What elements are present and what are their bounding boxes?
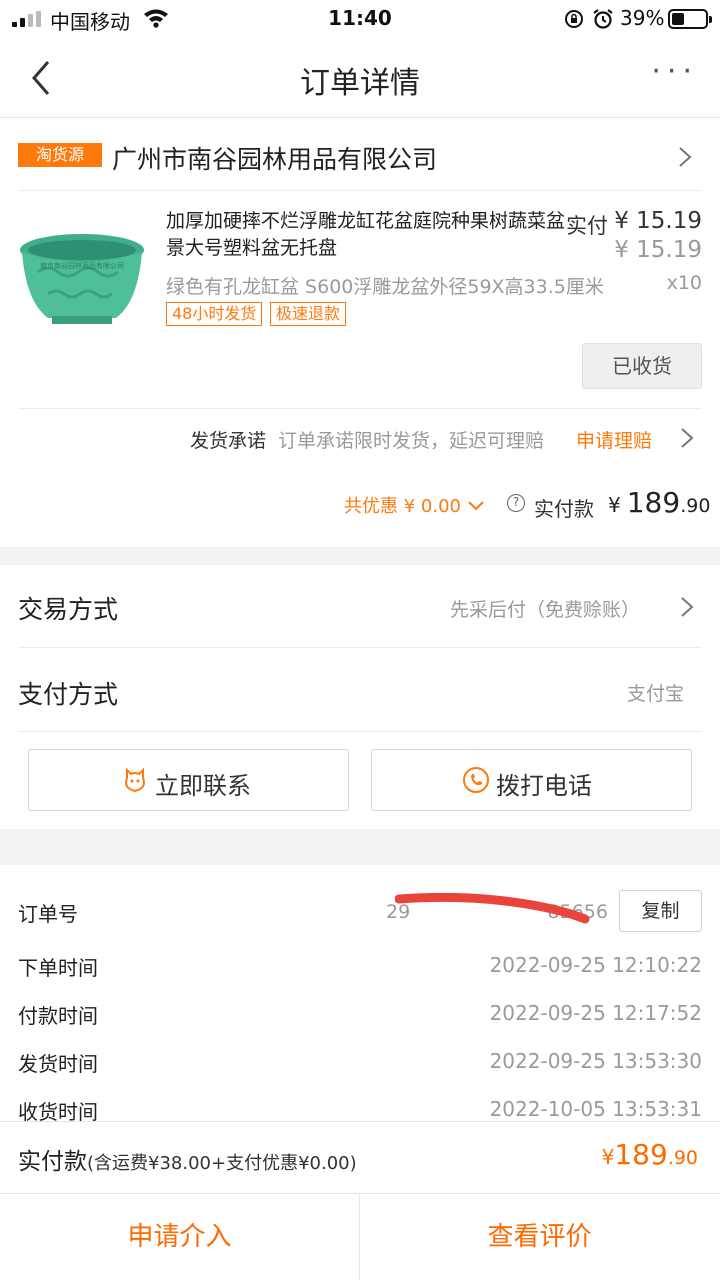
watermark-text: 南市南谷园林用品有限公司 bbox=[40, 261, 124, 270]
contact-button[interactable]: 立即联系 bbox=[28, 749, 349, 811]
original-price: ¥ 15.19 bbox=[614, 237, 702, 263]
summary-title: 实付款 bbox=[18, 1149, 87, 1175]
phone-icon bbox=[463, 767, 489, 793]
receive-time-value: 2022-10-05 13:53:31 bbox=[489, 1097, 702, 1121]
status-bar: 中国移动 11:40 39% bbox=[0, 0, 720, 38]
trade-method-value[interactable]: 先采后付（免费赊账） bbox=[450, 595, 640, 622]
ship-time-label: 发货时间 bbox=[18, 1052, 98, 1076]
pay-time-label: 付款时间 bbox=[18, 1004, 98, 1028]
order-number-label: 订单号 bbox=[18, 902, 78, 926]
request-intervention-button[interactable]: 申请介入 bbox=[0, 1194, 359, 1280]
nav-bar: 订单详情 ··· bbox=[0, 38, 720, 118]
paid-total-label: 实付款 bbox=[534, 497, 594, 521]
rotation-lock-icon bbox=[565, 10, 583, 28]
trade-method-label: 交易方式 bbox=[18, 595, 119, 624]
claim-compensation-link[interactable]: 申请理赔 bbox=[576, 426, 652, 453]
order-time-label: 下单时间 bbox=[18, 956, 98, 980]
payment-method-value: 支付宝 bbox=[626, 683, 684, 705]
redaction-scribble bbox=[395, 893, 590, 924]
paid-label: 实付 bbox=[566, 214, 608, 238]
shipping-promise-text: 订单承诺限时发货，延迟可理赔 bbox=[278, 430, 545, 452]
order-info-card bbox=[0, 865, 720, 1121]
order-time-value: 2022-09-25 12:10:22 bbox=[489, 953, 702, 977]
call-label: 拨打电话 bbox=[496, 772, 592, 800]
shop-source-tag: 淘货源 bbox=[18, 143, 102, 167]
amount-integer: 189 bbox=[626, 486, 681, 519]
currency-symbol: ¥ bbox=[601, 1145, 615, 1169]
paid-price: ¥ 15.19 bbox=[614, 208, 702, 234]
amount-decimal: .90 bbox=[680, 495, 711, 517]
pay-time-value: 2022-09-25 12:17:52 bbox=[489, 1001, 702, 1025]
summary-label: 实付款(含运费¥38.00+支付优惠¥0.00) bbox=[18, 1142, 357, 1176]
battery-fill bbox=[672, 13, 684, 25]
call-button[interactable]: 拨打电话 bbox=[371, 749, 692, 811]
divider bbox=[18, 647, 702, 648]
amount-integer: 189 bbox=[614, 1138, 668, 1171]
product-image[interactable]: 南市南谷园林用品有限公司 bbox=[18, 222, 146, 334]
page-title: 订单详情 bbox=[300, 66, 420, 101]
view-review-button[interactable]: 查看评价 bbox=[360, 1194, 719, 1280]
shipping-promise-label: 发货承诺 bbox=[190, 430, 267, 452]
chat-icon bbox=[125, 767, 145, 793]
battery-icon bbox=[668, 9, 712, 29]
amount-decimal: .90 bbox=[667, 1147, 698, 1169]
currency-symbol: ¥ bbox=[608, 493, 621, 517]
shop-name[interactable]: 广州市南谷园林用品有限公司 bbox=[112, 140, 437, 176]
more-menu-icon[interactable]: ··· bbox=[651, 54, 698, 89]
badge-48h-shipping: 48小时发货 bbox=[166, 302, 263, 326]
product-quantity: x10 bbox=[666, 272, 702, 294]
divider bbox=[18, 731, 702, 732]
chevron-right-icon[interactable] bbox=[680, 427, 694, 449]
chevron-right-icon[interactable] bbox=[678, 146, 692, 168]
divider bbox=[18, 190, 702, 191]
divider bbox=[18, 408, 702, 409]
received-status-button[interactable]: 已收货 bbox=[582, 343, 702, 389]
chevron-right-icon[interactable] bbox=[680, 596, 694, 618]
summary-amount: ¥189.90 bbox=[602, 1138, 698, 1171]
bottom-action-bar: 申请介入 查看评价 bbox=[0, 1193, 720, 1280]
discount-text: 共优惠 ¥ 0.00 bbox=[344, 496, 461, 517]
help-icon[interactable]: ? bbox=[507, 494, 525, 512]
paid-total-amount: ¥189.90 bbox=[608, 486, 710, 519]
product-title[interactable]: 加厚加硬摔不烂浮雕龙缸花盆庭院种果树蔬菜盆景大号塑料盆无托盘 bbox=[166, 208, 570, 262]
payment-method-label: 支付方式 bbox=[18, 680, 119, 709]
ship-time-value: 2022-09-25 13:53:30 bbox=[489, 1049, 702, 1073]
badge-fast-refund: 极速退款 bbox=[270, 302, 347, 326]
alarm-icon bbox=[593, 9, 613, 29]
copy-button[interactable]: 复制 bbox=[619, 890, 702, 932]
discount-total[interactable]: 共优惠 ¥ 0.00 bbox=[344, 492, 485, 518]
product-spec: 绿色有孔龙缸盆 S600浮雕龙盆外径59X高33.5厘米 bbox=[166, 276, 604, 298]
payment-summary: 实付款(含运费¥38.00+支付优惠¥0.00) ¥189.90 bbox=[0, 1121, 720, 1193]
battery-percent: 39% bbox=[620, 6, 665, 30]
summary-breakdown: (含运费¥38.00+支付优惠¥0.00) bbox=[87, 1153, 357, 1174]
chevron-down-icon bbox=[468, 501, 484, 511]
contact-label: 立即联系 bbox=[155, 772, 251, 800]
